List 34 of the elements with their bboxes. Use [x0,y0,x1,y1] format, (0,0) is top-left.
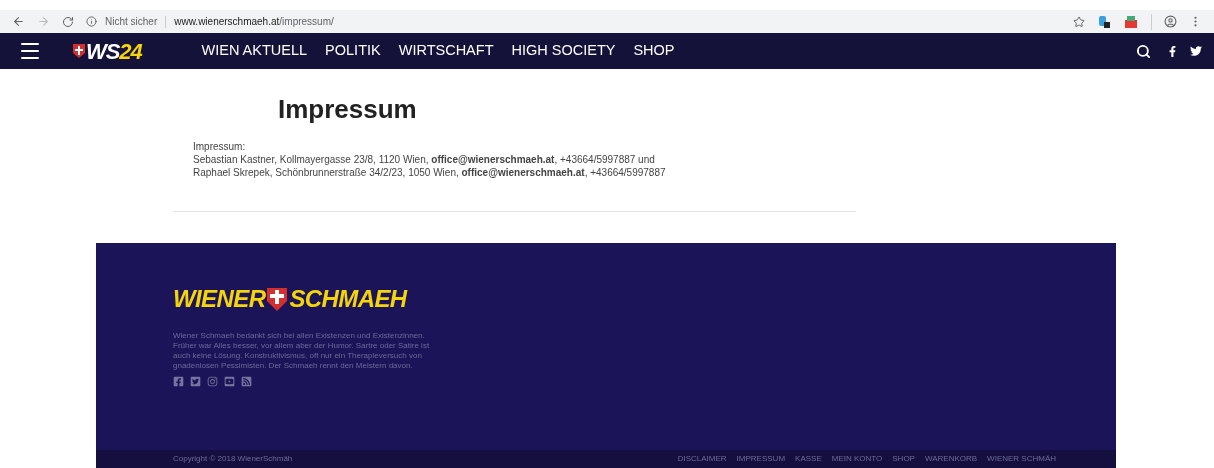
reload-icon[interactable] [62,15,74,28]
address-field[interactable]: www.wienerschmaeh.at/impressum/ [174,14,334,29]
rss-icon[interactable] [241,376,252,387]
page-title: Impressum [278,96,418,122]
nav-link[interactable]: WIRTSCHAFT [398,40,494,62]
copyright-text: Copyright © 2018 WienerSchmäh [173,453,293,465]
footer-link[interactable]: SHOP [892,453,915,465]
nav-link[interactable]: HIGH SOCIETY [511,40,616,62]
imprint-text: Sebastian Kastner, Kollmayergasse 23/8, 1120 Wien, office@wienerschmaeh.at, +43664/5997887 und [193,153,656,166]
security-label: Nicht sicher [105,15,158,29]
imprint-text: Impressum: [193,140,247,153]
back-icon[interactable] [12,15,25,28]
footer-link[interactable]: MEIN KONTO [831,453,883,465]
nav-link[interactable]: SHOP [633,40,675,62]
footer-link[interactable]: WARENKORB [924,453,978,465]
facebook-icon[interactable] [1167,45,1178,57]
twitter-icon[interactable] [1190,45,1202,57]
search-icon[interactable] [1136,43,1151,59]
footer-link[interactable]: WIENER SCHMÄH [987,453,1056,465]
footer-about: Wiener Schmaeh bedankt sich bei allen Existenzen und Existenzinnen. Früher war Alles besser, vor allem aber der Humor. Sartre oder Satire ist auch keine Lösung. Konstruktivismus, oft nur ein Therapieversuch von gnadenlosen Pessimisten. Der Schmaeh rennt den Meistern davon. [173,331,431,371]
instagram-icon[interactable] [207,376,218,387]
footer-link[interactable]: IMPRESSUM [736,453,786,465]
nav-link[interactable]: WIEN AKTUELL [201,40,308,62]
bookmark-star-icon[interactable] [1073,15,1085,28]
nav-link[interactable]: POLITIK [325,40,381,62]
footer-link[interactable]: DISCLAIMER [677,453,727,465]
info-icon [86,16,97,27]
imprint-text: Raphael Skrepek, Schönbrunnerstraße 34/2/23, 1050 Wien, office@wienerschmaeh.at, +43664/5997887 [193,166,667,179]
profile-icon[interactable] [1164,15,1177,28]
extension-icon[interactable] [1097,14,1111,29]
youtube-icon[interactable] [224,376,235,387]
footer-logo: WIENER SCHMAEH [173,284,409,314]
site-logo[interactable]: WS24 [72,34,142,68]
footer-link[interactable]: KASSE [795,453,822,465]
